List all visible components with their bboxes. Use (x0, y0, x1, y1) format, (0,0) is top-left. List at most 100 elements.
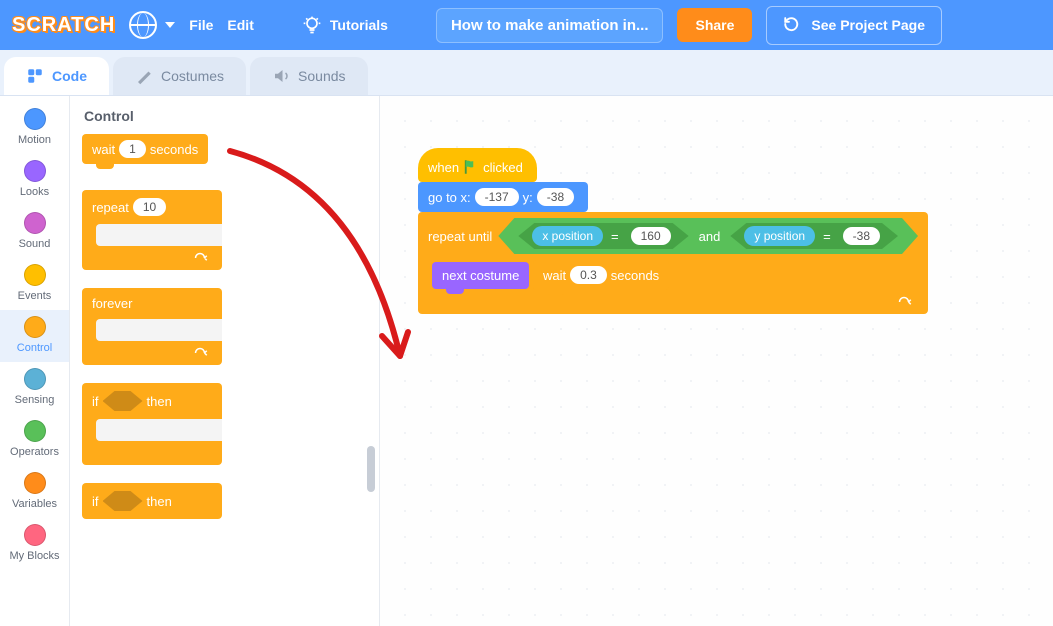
repeat-until-label: repeat until (428, 229, 492, 244)
repeat-label: repeat (92, 200, 129, 215)
when-flag-clicked-block[interactable]: when clicked (418, 148, 537, 182)
costumes-icon (135, 67, 153, 85)
goto-y-input[interactable]: -38 (537, 188, 574, 206)
when-label: when (428, 160, 459, 175)
next-costume-label: next costume (442, 268, 519, 283)
edit-menu[interactable]: Edit (227, 17, 253, 33)
wait-block[interactable]: wait 1 seconds (82, 134, 208, 164)
tab-sounds-label: Sounds (298, 68, 345, 84)
goto-label: go to x: (428, 190, 471, 205)
category-events[interactable]: Events (0, 258, 69, 310)
equals-value-1[interactable]: 160 (631, 227, 671, 245)
lightbulb-icon (302, 15, 322, 35)
tab-costumes-label: Costumes (161, 68, 224, 84)
category-motion[interactable]: Motion (0, 102, 69, 154)
wait-label: wait (543, 268, 566, 283)
if-then-else-block[interactable]: if then (82, 483, 222, 519)
project-title-input[interactable]: How to make animation in... (436, 8, 664, 43)
then-label: then (147, 494, 172, 509)
category-dot-icon (24, 108, 46, 130)
loop-arrow-icon (898, 295, 916, 309)
tab-sounds[interactable]: Sounds (250, 57, 367, 95)
tab-costumes[interactable]: Costumes (113, 57, 246, 95)
category-dot-icon (24, 160, 46, 182)
category-sound[interactable]: Sound (0, 206, 69, 258)
equals-operator-block-1[interactable]: x position = 160 (518, 223, 688, 249)
category-operators[interactable]: Operators (0, 414, 69, 466)
y-position-reporter[interactable]: y position (744, 226, 815, 246)
loop-arrow-icon (194, 251, 212, 265)
script-stack[interactable]: when clicked go to x: -137 y: -38 repeat… (418, 148, 928, 314)
main-area: Motion Looks Sound Events Control Sensing Oper… (0, 96, 1053, 626)
category-dot-icon (24, 264, 46, 286)
boolean-slot[interactable] (103, 391, 143, 411)
wait-value-input[interactable]: 1 (119, 140, 146, 158)
category-dot-icon (24, 472, 46, 494)
goto-x-input[interactable]: -137 (475, 188, 519, 206)
seconds-label: seconds (150, 142, 198, 157)
clicked-label: clicked (483, 160, 523, 175)
category-looks[interactable]: Looks (0, 154, 69, 206)
category-my-blocks[interactable]: My Blocks (0, 518, 69, 570)
category-dot-icon (24, 212, 46, 234)
category-variables[interactable]: Variables (0, 466, 69, 518)
tutorials-button[interactable]: Tutorials (302, 15, 388, 35)
palette-scrollbar-thumb[interactable] (367, 446, 375, 492)
loop-arrow-icon (194, 346, 212, 360)
equals-label: = (823, 229, 831, 244)
redo-icon (783, 15, 801, 36)
forever-block[interactable]: forever (82, 288, 222, 365)
category-dot-icon (24, 368, 46, 390)
caret-down-icon (165, 22, 175, 28)
see-project-button[interactable]: See Project Page (766, 6, 942, 45)
repeat-block[interactable]: repeat 10 (82, 190, 222, 270)
and-label: and (699, 229, 721, 244)
category-label: Sensing (15, 394, 55, 406)
tabs-row: Code Costumes Sounds (0, 50, 1053, 96)
category-label: Events (18, 290, 52, 302)
wait-label: wait (92, 142, 115, 157)
repeat-value-input[interactable]: 10 (133, 198, 166, 216)
language-selector[interactable] (129, 11, 175, 39)
if-then-block[interactable]: if then (82, 383, 222, 465)
sounds-icon (272, 67, 290, 85)
category-control[interactable]: Control (0, 310, 69, 362)
category-sidebar: Motion Looks Sound Events Control Sensing Oper… (0, 96, 70, 626)
globe-icon (129, 11, 157, 39)
palette-title: Control (84, 108, 369, 124)
share-button[interactable]: Share (677, 8, 752, 42)
if-label: if (92, 394, 99, 409)
next-costume-block[interactable]: next costume (432, 262, 529, 289)
wait-value-script[interactable]: 0.3 (570, 266, 607, 284)
repeat-until-block[interactable]: repeat until x position = 160 and y posi… (418, 212, 928, 314)
equals-operator-block-2[interactable]: y position = -38 (730, 223, 898, 249)
category-label: Sound (19, 238, 51, 250)
tutorials-label: Tutorials (330, 17, 388, 33)
x-position-reporter[interactable]: x position (532, 226, 603, 246)
category-dot-icon (24, 420, 46, 442)
category-label: Looks (20, 186, 49, 198)
file-menu[interactable]: File (189, 17, 213, 33)
forever-label: forever (92, 296, 132, 311)
category-label: Motion (18, 134, 51, 146)
wait-block-script[interactable]: wait 0.3 seconds (533, 260, 669, 290)
category-label: Variables (12, 498, 57, 510)
category-label: Operators (10, 446, 59, 458)
then-label: then (147, 394, 172, 409)
category-sensing[interactable]: Sensing (0, 362, 69, 414)
equals-value-2[interactable]: -38 (843, 227, 880, 245)
see-project-label: See Project Page (811, 17, 925, 33)
block-palette: Control wait 1 seconds repeat 10 fore (70, 96, 380, 626)
category-label: My Blocks (9, 550, 59, 562)
menubar: SCRATCH File Edit Tutorials How to make … (0, 0, 1053, 50)
y-label: y: (523, 190, 533, 205)
scratch-logo[interactable]: SCRATCH (12, 14, 115, 37)
green-flag-icon (459, 158, 483, 176)
if-label: if (92, 494, 99, 509)
tab-code[interactable]: Code (4, 57, 109, 95)
and-operator-block[interactable]: x position = 160 and y position = -38 (498, 218, 918, 254)
boolean-slot[interactable] (103, 491, 143, 511)
script-canvas[interactable]: when clicked go to x: -137 y: -38 repeat… (380, 96, 1053, 626)
equals-label: = (611, 229, 619, 244)
goto-xy-block[interactable]: go to x: -137 y: -38 (418, 182, 588, 212)
